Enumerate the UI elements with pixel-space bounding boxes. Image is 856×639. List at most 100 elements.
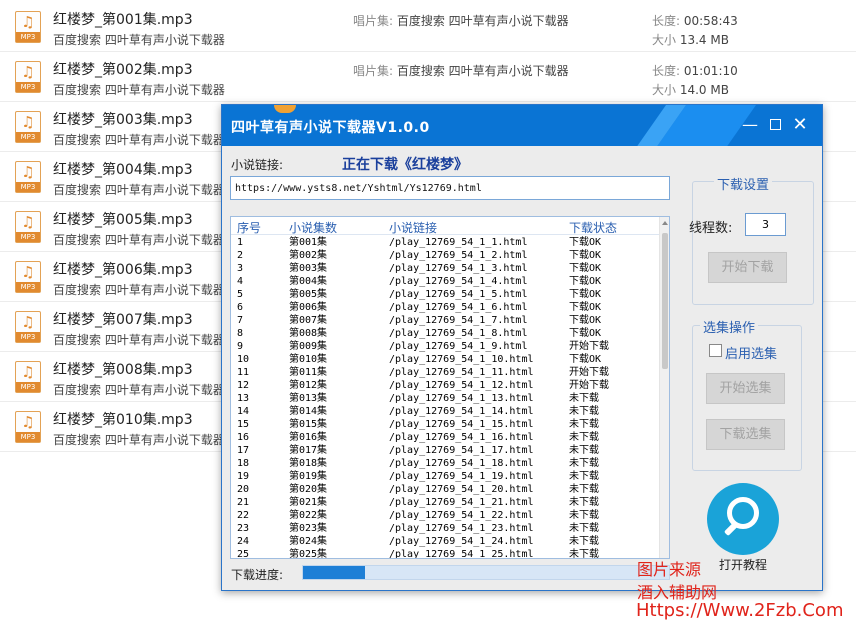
- mp3-tag: MP3: [16, 332, 40, 342]
- table-row[interactable]: 9 第009集/play_12769_54_1_9.html 开始下载: [231, 340, 659, 353]
- open-tutorial-label[interactable]: 打开教程: [719, 556, 767, 573]
- start-selection-button[interactable]: 开始选集: [706, 373, 785, 404]
- title-bar[interactable]: 四叶草有声小说下载器V1.0.0 — ✕: [222, 105, 822, 146]
- table-row[interactable]: 3 第003集/play_12769_54_1_3.html 下载OK: [231, 262, 659, 275]
- downloader-window: 四叶草有声小说下载器V1.0.0 — ✕ 小说链接: 正在下载《红楼梦》 序号 …: [221, 104, 823, 591]
- table-row[interactable]: 16 第016集/play_12769_54_1_16.html 未下载: [231, 431, 659, 444]
- table-row[interactable]: 22 第022集/play_12769_54_1_22.html 未下载: [231, 509, 659, 522]
- table-row[interactable]: 24 第024集/play_12769_54_1_24.html 未下载: [231, 535, 659, 548]
- row-status: 下载OK: [569, 237, 602, 248]
- row-index: 17: [237, 445, 250, 456]
- close-button[interactable]: ✕: [790, 115, 810, 135]
- file-list-item[interactable]: ♫ MP3 红楼梦_第002集.mp3 百度搜索 四叶草有声小说下载器 唱片集:…: [0, 52, 856, 102]
- file-list-item[interactable]: ♫ MP3 红楼梦_第001集.mp3 百度搜索 四叶草有声小说下载器 唱片集:…: [0, 2, 856, 52]
- table-row[interactable]: 10 第010集/play_12769_54_1_10.html 下载OK: [231, 353, 659, 366]
- table-row[interactable]: 14 第014集/play_12769_54_1_14.html 未下载: [231, 405, 659, 418]
- mp3-tag: MP3: [16, 382, 40, 392]
- file-name: 红楼梦_第001集.mp3: [53, 12, 193, 28]
- table-row[interactable]: 17 第017集/play_12769_54_1_17.html 未下载: [231, 444, 659, 457]
- row-episode: 第008集: [289, 328, 328, 339]
- row-link: /play_12769_54_1_21.html: [389, 497, 534, 508]
- file-name: 红楼梦_第006集.mp3: [53, 262, 193, 278]
- music-note-icon: ♫: [21, 263, 35, 281]
- row-link: /play_12769_54_1_23.html: [389, 523, 534, 534]
- header-link[interactable]: 小说链接: [389, 219, 437, 236]
- mp3-tag: MP3: [16, 182, 40, 192]
- file-name: 红楼梦_第010集.mp3: [53, 412, 193, 428]
- table-row[interactable]: 13 第013集/play_12769_54_1_13.html 未下载: [231, 392, 659, 405]
- header-episode[interactable]: 小说集数: [289, 219, 337, 236]
- row-index: 13: [237, 393, 250, 404]
- row-status: 未下载: [569, 393, 599, 404]
- row-index: 9: [237, 341, 244, 352]
- table-row[interactable]: 7 第007集/play_12769_54_1_7.html 下载OK: [231, 314, 659, 327]
- row-episode: 第020集: [289, 484, 328, 495]
- row-index: 15: [237, 419, 250, 430]
- table-header: 序号 小说集数 小说链接 下载状态: [231, 217, 659, 235]
- row-index: 19: [237, 471, 250, 482]
- size-value: 14.0 MB: [679, 83, 729, 97]
- row-episode: 第002集: [289, 250, 328, 261]
- table-row[interactable]: 20 第020集/play_12769_54_1_20.html 未下载: [231, 483, 659, 496]
- maximize-button[interactable]: [765, 115, 785, 135]
- music-note-icon: ♫: [21, 113, 35, 131]
- table-scrollbar[interactable]: [659, 217, 669, 558]
- row-link: /play_12769_54_1_2.html: [389, 250, 528, 261]
- table-row[interactable]: 4 第004集/play_12769_54_1_4.html 下载OK: [231, 275, 659, 288]
- progress-bar: [302, 565, 670, 580]
- enable-selection-checkbox[interactable]: [709, 344, 722, 357]
- row-episode: 第007集: [289, 315, 328, 326]
- mp3-file-icon: ♫ MP3: [15, 261, 41, 293]
- table-row[interactable]: 6 第006集/play_12769_54_1_6.html 下载OK: [231, 301, 659, 314]
- table-row[interactable]: 12 第012集/play_12769_54_1_12.html 开始下载: [231, 379, 659, 392]
- row-status: 开始下载: [569, 341, 609, 352]
- row-link: /play_12769_54_1_1.html: [389, 237, 528, 248]
- row-link: /play_12769_54_1_7.html: [389, 315, 528, 326]
- file-name: 红楼梦_第002集.mp3: [53, 62, 193, 78]
- row-link: /play_12769_54_1_4.html: [389, 276, 528, 287]
- row-status: 下载OK: [569, 289, 602, 300]
- row-episode: 第021集: [289, 497, 328, 508]
- music-note-icon: ♫: [21, 213, 35, 231]
- mp3-file-icon: ♫ MP3: [15, 11, 41, 43]
- row-link: /play_12769_54_1_6.html: [389, 302, 528, 313]
- table-row[interactable]: 21 第021集/play_12769_54_1_21.html 未下载: [231, 496, 659, 509]
- row-link: /play_12769_54_1_22.html: [389, 510, 534, 521]
- watermark-line3: Https://Www.2Fzb.Com: [636, 600, 844, 621]
- table-row[interactable]: 1 第001集/play_12769_54_1_1.html 下载OK: [231, 236, 659, 249]
- file-album: 唱片集: 百度搜索 四叶草有声小说下载器: [353, 62, 569, 79]
- watermark-line1: 图片来源: [637, 560, 702, 579]
- table-row[interactable]: 19 第019集/play_12769_54_1_19.html 未下载: [231, 470, 659, 483]
- file-source: 百度搜索 四叶草有声小说下载器: [53, 383, 225, 397]
- album-label: 唱片集:: [353, 14, 397, 28]
- row-link: /play_12769_54_1_3.html: [389, 263, 528, 274]
- enable-selection-label[interactable]: 启用选集: [725, 343, 777, 362]
- header-index[interactable]: 序号: [237, 219, 261, 236]
- scroll-up-icon[interactable]: [662, 221, 668, 225]
- download-selection-button[interactable]: 下载选集: [706, 419, 785, 450]
- download-settings-title: 下载设置: [714, 174, 773, 193]
- table-row[interactable]: 2 第002集/play_12769_54_1_2.html 下载OK: [231, 249, 659, 262]
- scroll-thumb[interactable]: [662, 233, 668, 369]
- row-status: 下载OK: [569, 250, 602, 261]
- table-row[interactable]: 25 第025集/play_12769_54_1_25.html 未下载: [231, 548, 659, 558]
- table-row[interactable]: 8 第008集/play_12769_54_1_8.html 下载OK: [231, 327, 659, 340]
- table-row[interactable]: 18 第018集/play_12769_54_1_18.html 未下载: [231, 457, 659, 470]
- start-download-button[interactable]: 开始下载: [708, 252, 787, 283]
- table-row[interactable]: 15 第015集/play_12769_54_1_15.html 未下载: [231, 418, 659, 431]
- table-row[interactable]: 11 第011集/play_12769_54_1_11.html 开始下载: [231, 366, 659, 379]
- minimize-button[interactable]: —: [740, 115, 760, 135]
- episode-table: 序号 小说集数 小说链接 下载状态 1 第001集/play_12769_54_1…: [230, 216, 670, 559]
- file-size: 大小 14.0 MB: [652, 81, 729, 98]
- novel-link-input[interactable]: [230, 176, 670, 200]
- threads-input[interactable]: 3: [745, 213, 786, 236]
- mp3-tag: MP3: [16, 282, 40, 292]
- header-status[interactable]: 下载状态: [569, 219, 617, 236]
- row-status: 开始下载: [569, 380, 609, 391]
- music-note-icon: ♫: [21, 413, 35, 431]
- search-icon[interactable]: [707, 483, 779, 555]
- table-row[interactable]: 23 第023集/play_12769_54_1_23.html 未下载: [231, 522, 659, 535]
- row-episode: 第012集: [289, 380, 328, 391]
- table-row[interactable]: 5 第005集/play_12769_54_1_5.html 下载OK: [231, 288, 659, 301]
- row-episode: 第013集: [289, 393, 328, 404]
